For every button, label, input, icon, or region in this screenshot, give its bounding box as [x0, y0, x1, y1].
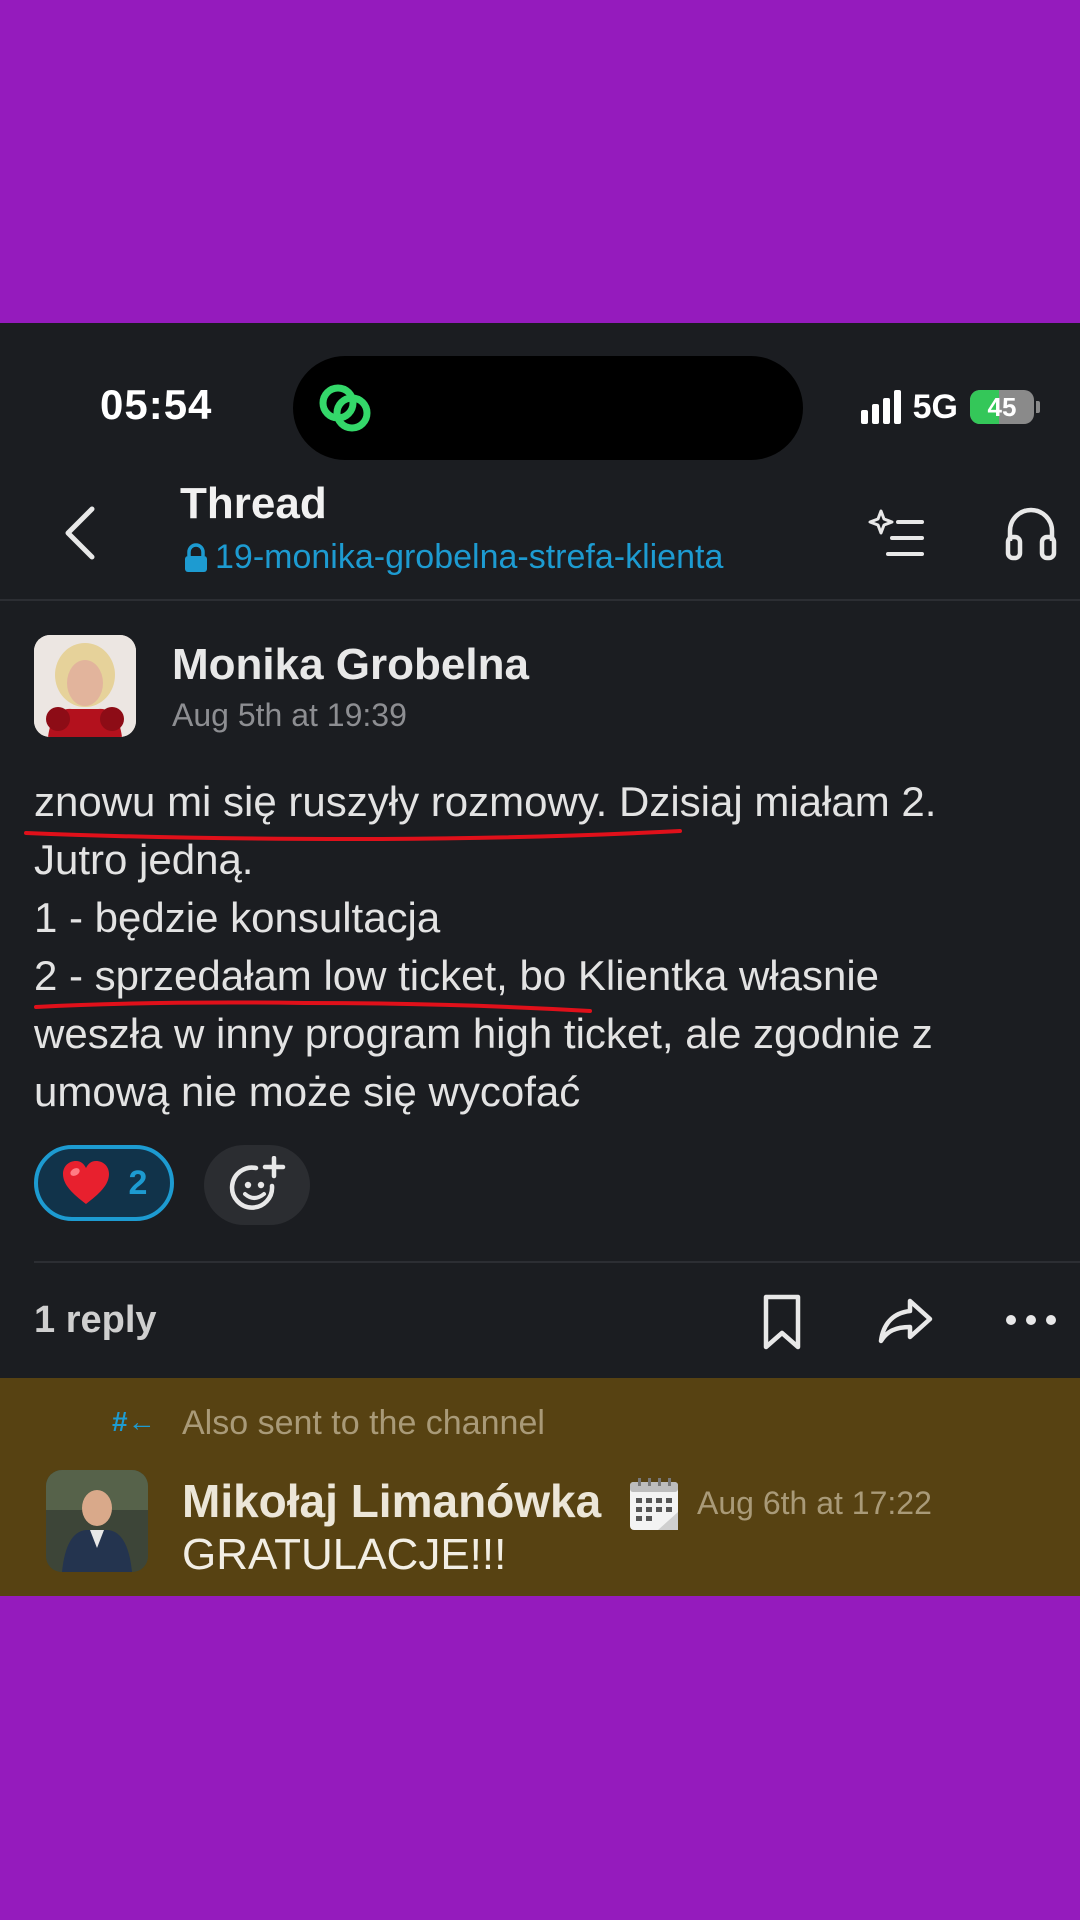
battery-icon: 45: [970, 390, 1040, 424]
link-rings-icon: [319, 384, 371, 432]
reply-author-avatar[interactable]: [46, 1470, 148, 1572]
reply-author-name[interactable]: Mikołaj Limanówka: [182, 1474, 601, 1528]
add-reaction-button[interactable]: [204, 1145, 310, 1225]
message-line: umową nie może się wycofać: [34, 1068, 581, 1115]
calendar-icon: [630, 1478, 678, 1530]
heart-icon: [62, 1161, 109, 1204]
headphones-icon[interactable]: [1005, 505, 1057, 561]
reply-timestamp: Aug 6th at 17:22: [697, 1485, 932, 1521]
heart-reaction-button[interactable]: 2: [34, 1145, 174, 1221]
lock-icon: [185, 542, 207, 572]
status-time: 05:54: [100, 381, 213, 428]
avatar-image: [46, 1470, 148, 1572]
reply-text: GRATULACJE!!!: [182, 1530, 507, 1579]
signal-icon: [860, 390, 901, 424]
reply-count: 1 reply: [34, 1299, 157, 1341]
reaction-count: 2: [128, 1163, 148, 1202]
reply-message[interactable]: #← Also sent to the channel Mikołaj Lima…: [0, 1378, 1080, 1596]
slack-thread-screen: 05:54 5G 45 Thread 19-monika-grobelna-st…: [0, 323, 1080, 1596]
section-divider: [34, 1261, 1080, 1263]
author-name[interactable]: Monika Grobelna: [172, 640, 529, 690]
status-indicators: 5G 45: [860, 387, 1040, 427]
network-type: 5G: [912, 387, 958, 426]
header-title: Thread: [180, 479, 327, 528]
message-timestamp: Aug 5th at 19:39: [172, 697, 407, 733]
back-chevron-icon[interactable]: [58, 503, 102, 563]
channel-name: 19-monika-grobelna-strefa-klienta: [215, 538, 724, 576]
share-icon[interactable]: [878, 1295, 934, 1345]
bookmark-icon[interactable]: [760, 1293, 804, 1351]
also-sent-label: Also sent to the channel: [182, 1404, 545, 1442]
channel-link[interactable]: 19-monika-grobelna-strefa-klienta: [183, 538, 723, 577]
avatar-image: [34, 635, 136, 737]
header-divider: [0, 599, 1080, 601]
add-reaction-icon: [229, 1156, 286, 1210]
more-icon[interactable]: [1005, 1313, 1057, 1327]
red-underline-annotation: [24, 829, 682, 842]
message-line: 1 - będzie konsultacja: [34, 894, 441, 941]
dynamic-island: [293, 356, 803, 460]
red-underline-annotation: [34, 1000, 592, 1013]
battery-level: 45: [987, 391, 1017, 422]
channel-arrow-icon: #←: [112, 1406, 156, 1437]
author-avatar[interactable]: [34, 635, 136, 737]
sparkle-list-icon[interactable]: [868, 505, 924, 561]
